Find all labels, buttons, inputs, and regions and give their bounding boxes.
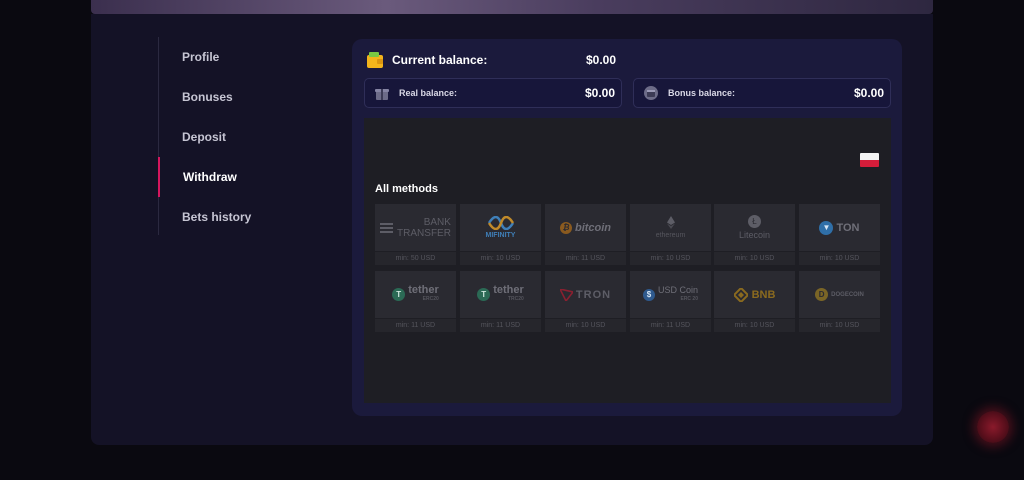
method-min: min: 50 USD [375,252,456,265]
method-name: ethereum [655,232,686,239]
tether-icon: T [477,288,491,301]
sidebar-item-profile[interactable]: Profile [159,37,319,77]
bank-icon [380,221,394,235]
method-min: min: 10 USD [799,252,880,265]
method-tether-trc20[interactable]: T tether TRC20 min: 11 USD [460,271,541,333]
real-balance-box: Real balance: $0.00 [364,78,622,108]
bonus-balance-label: Bonus balance: [668,88,736,98]
sidebar-item-bonuses[interactable]: Bonuses [159,77,319,117]
method-name: TON [836,221,860,234]
usdcoin-icon: $ [642,288,655,301]
real-balance-value: $0.00 [584,86,615,100]
litecoin-icon: Ł [748,215,761,228]
method-min: min: 11 USD [630,319,711,332]
method-litecoin[interactable]: Ł Litecoin min: 10 USD [714,204,795,266]
method-name-sub: ERC 20 [680,295,698,302]
ton-icon: ▼ [819,220,834,235]
bonus-balance-value: $0.00 [853,86,884,100]
top-banner [91,0,933,14]
method-min: min: 11 USD [545,252,626,265]
method-mifinity[interactable]: MIFINITY min: 10 USD [460,204,541,266]
method-name: MIFINITY [485,232,516,239]
wallet-icon [367,52,383,68]
method-dogecoin[interactable]: D DOGECOIN min: 10 USD [799,271,880,333]
current-balance-value: $0.00 [585,53,616,67]
method-name: tether [408,283,439,296]
floating-chat-button[interactable] [977,411,1009,443]
method-name: USD Coin [657,284,698,295]
account-sidebar: Profile Bonuses Deposit Withdraw Bets hi… [158,37,329,235]
sidebar-item-bets-history[interactable]: Bets history [159,197,319,237]
method-min: min: 10 USD [714,252,795,265]
method-min: min: 10 USD [545,319,626,332]
method-name: TRON [575,288,612,301]
bnb-icon [733,287,748,302]
dogecoin-icon: D [815,288,829,301]
real-balance-label: Real balance: [399,88,458,98]
bonus-balance-box: Bonus balance: $0.00 [633,78,891,108]
method-ethereum[interactable]: ethereum min: 10 USD [630,204,711,266]
method-min: min: 10 USD [460,252,541,265]
method-min: min: 10 USD [630,252,711,265]
gift-icon [375,89,389,100]
method-ton[interactable]: ▼ TON min: 10 USD [799,204,880,266]
methods-title: All methods [375,183,438,195]
mifinity-icon [487,216,514,230]
method-bitcoin[interactable]: ₿ bitcoin min: 11 USD [545,204,626,266]
method-name-sub: TRANSFER [397,227,451,239]
method-name-sub: TRC20 [507,295,524,302]
method-usd-coin[interactable]: $ USD Coin ERC 20 min: 11 USD [630,271,711,333]
bitcoin-icon: ₿ [559,221,572,234]
sidebar-item-withdraw[interactable]: Withdraw [158,157,318,197]
method-min: min: 11 USD [460,319,541,332]
method-name-sub: ERC20 [422,295,439,302]
method-min: min: 10 USD [799,319,880,332]
method-name: BNB [751,288,776,301]
tron-icon [559,288,573,301]
ethereum-icon [666,216,675,229]
method-name: DOGECOIN [831,291,864,298]
tether-icon: T [392,288,406,301]
sidebar-item-deposit[interactable]: Deposit [159,117,319,157]
poland-flag-icon[interactable] [860,153,879,167]
method-min: min: 11 USD [375,319,456,332]
method-name: Litecoin [738,230,771,240]
method-name: tether [493,283,524,296]
method-bnb[interactable]: BNB min: 10 USD [714,271,795,333]
method-tron[interactable]: TRON min: 10 USD [545,271,626,333]
method-bank-transfer[interactable]: BANK TRANSFER min: 50 USD [375,204,456,266]
method-min: min: 10 USD [714,319,795,332]
method-tether-erc20[interactable]: T tether ERC20 min: 11 USD [375,271,456,333]
current-balance-label: Current balance: [392,53,488,67]
method-name: bitcoin [574,221,612,234]
bonus-chest-icon [644,86,658,100]
method-name: BANK [423,216,451,228]
